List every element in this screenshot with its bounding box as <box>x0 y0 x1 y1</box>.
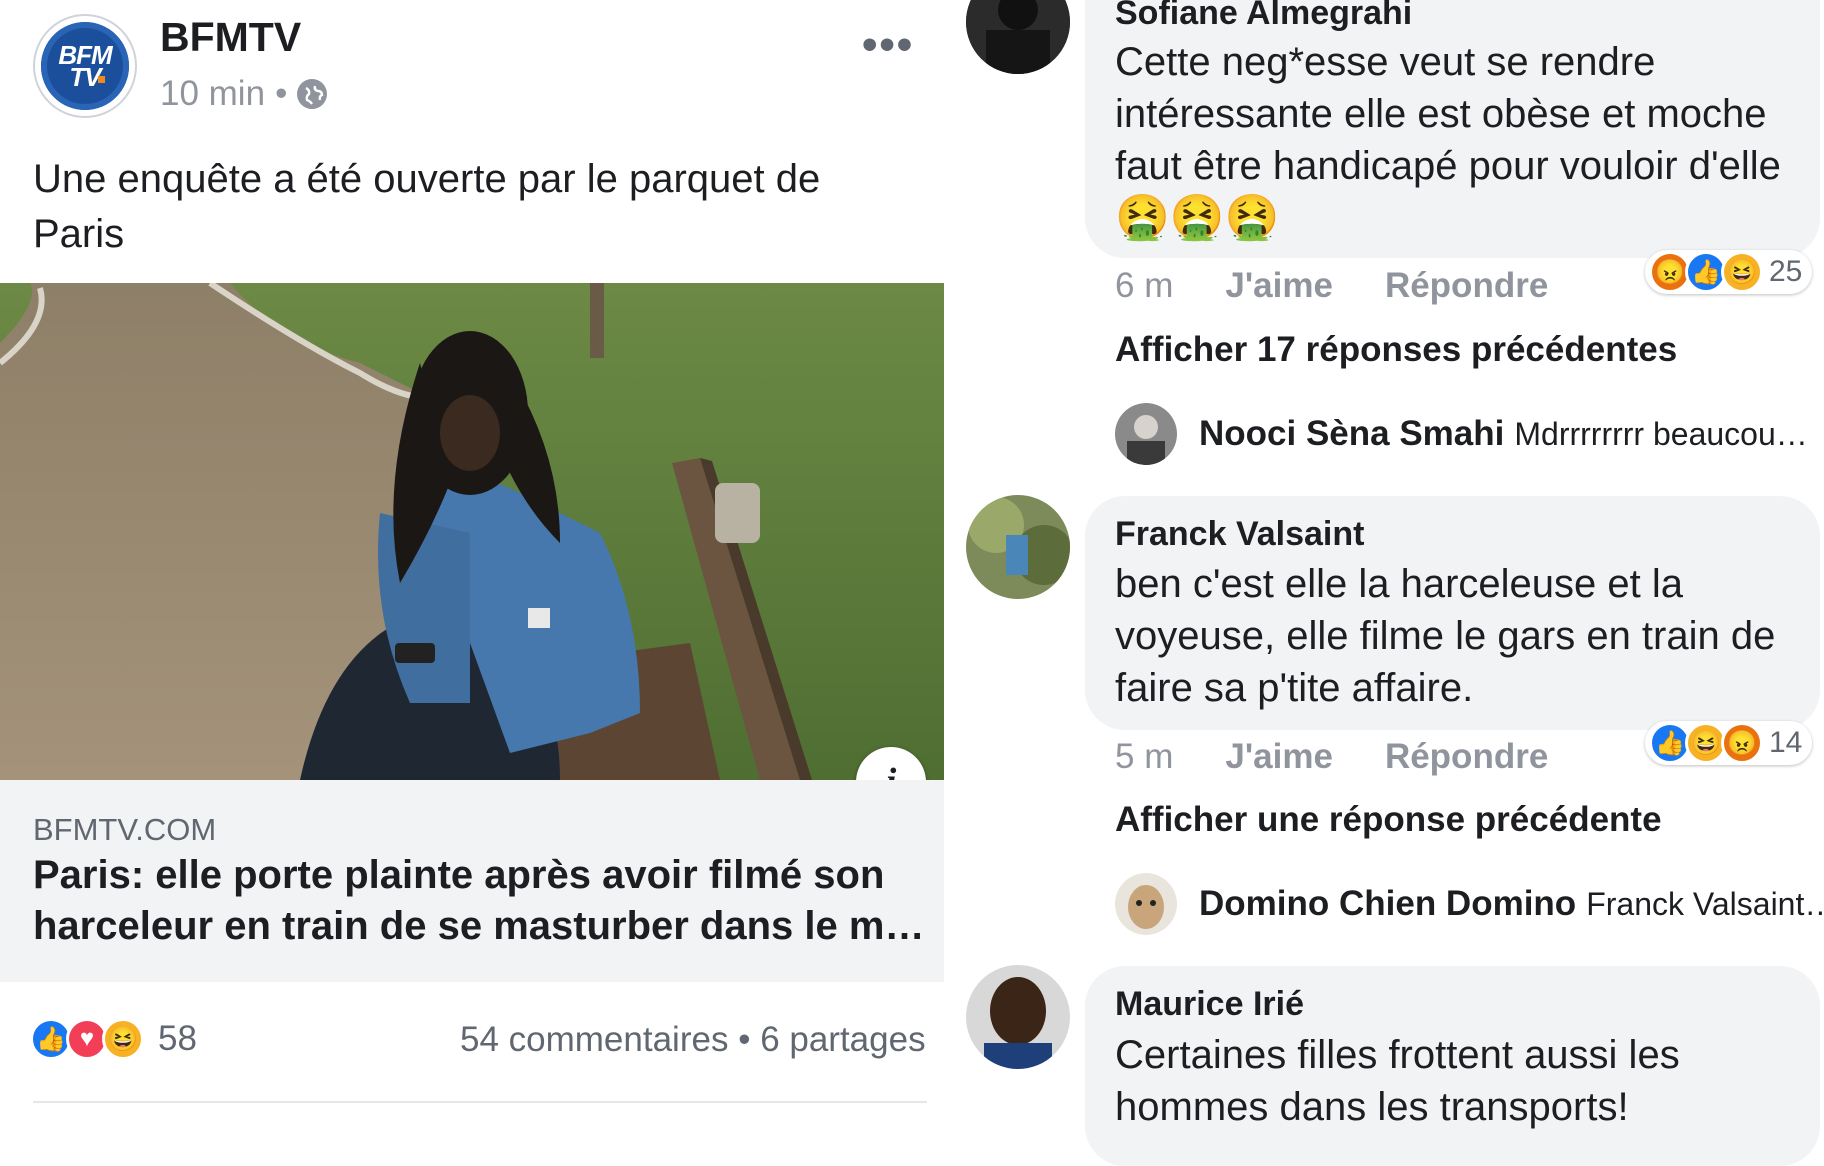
post-time[interactable]: 10 min <box>160 74 265 114</box>
like-button[interactable]: J'aime <box>1225 737 1333 777</box>
latest-reply[interactable]: Domino Chien Domino Franck Valsaint… <box>1115 873 1824 935</box>
comment-author[interactable]: Sofiane Almegrahi <box>1115 0 1412 33</box>
comment-reactions[interactable]: 👍 😆 😠 14 <box>1645 721 1813 765</box>
divider <box>33 1101 927 1103</box>
reaction-count: 14 <box>1769 726 1803 759</box>
reply-avatar[interactable] <box>1115 873 1177 935</box>
commenter-avatar[interactable] <box>966 0 1070 74</box>
comment-reactions[interactable]: 😠 👍 😆 25 <box>1645 250 1813 294</box>
more-dots-icon[interactable]: ••• <box>862 20 914 70</box>
haha-icon: 😆 <box>1721 251 1763 293</box>
logo-dot <box>98 76 105 83</box>
post-text: Une enquête a été ouverte par le parquet… <box>33 157 821 256</box>
reaction-count: 58 <box>158 1019 197 1058</box>
counts-separator: • <box>738 1020 751 1059</box>
page-name[interactable]: BFMTV <box>160 14 301 61</box>
facebook-post: BFM TV BFMTV 10 min • ••• Une enquête a … <box>0 0 944 1136</box>
comment-author[interactable]: Maurice Irié <box>1115 985 1304 1024</box>
comment-time: 6 m <box>1115 266 1174 305</box>
like-button[interactable]: J'aime <box>1225 266 1333 306</box>
comment-actions: 5 m J'aime Répondre <box>1115 737 1548 777</box>
logo-text-line2: TV <box>69 62 101 92</box>
commenter-avatar[interactable] <box>966 495 1070 599</box>
post-reactions[interactable]: 👍 ♥ 😆 58 <box>30 1018 197 1060</box>
haha-icon: 😆 <box>102 1018 144 1060</box>
shares-count[interactable]: 6 partages <box>760 1020 925 1059</box>
comment-text: ben c'est elle la harceleuse et la voyeu… <box>1115 562 1776 710</box>
comment-actions: 6 m J'aime Répondre <box>1115 266 1548 306</box>
view-previous-replies[interactable]: Afficher une réponse précédente <box>1115 800 1662 840</box>
post-meta: 10 min • <box>160 74 328 114</box>
link-title[interactable]: Paris: elle porte plainte après avoir fi… <box>33 850 933 952</box>
reply-text: Franck Valsaint… <box>1586 885 1824 922</box>
comments-count[interactable]: 54 commentaires <box>460 1020 728 1059</box>
meta-separator: • <box>275 74 288 113</box>
comment-author[interactable]: Franck Valsaint <box>1115 515 1364 554</box>
reply-text: Mdrrrrrrrr beaucou… <box>1514 415 1808 452</box>
view-previous-replies[interactable]: Afficher 17 réponses précédentes <box>1115 330 1677 370</box>
angry-icon: 😠 <box>1721 722 1763 764</box>
comment-text: Cette neg*esse veut se rendre intéressan… <box>1115 40 1781 188</box>
comment-time: 5 m <box>1115 737 1174 776</box>
reply-author: Nooci Sèna Smahi <box>1199 414 1505 453</box>
commenter-avatar[interactable] <box>966 965 1070 1069</box>
page-avatar-logo[interactable]: BFM TV <box>33 14 137 118</box>
comment-emoji: 🤮🤮🤮 <box>1115 193 1280 242</box>
link-title-line2: harceleur en train de se masturber dans … <box>33 904 925 948</box>
comment-text: Certaines filles frottent aussi les homm… <box>1115 1033 1680 1129</box>
link-title-line1: Paris: elle porte plainte après avoir fi… <box>33 853 885 897</box>
reply-author: Domino Chien Domino <box>1199 884 1577 923</box>
reply-avatar[interactable] <box>1115 403 1177 465</box>
link-domain: BFMTV.COM <box>33 812 217 847</box>
reply-button[interactable]: Répondre <box>1385 266 1548 306</box>
latest-reply[interactable]: Nooci Sèna Smahi Mdrrrrrrrr beaucou… <box>1115 403 1808 465</box>
engagement-counts: 54 commentaires • 6 partages <box>460 1020 926 1060</box>
reply-button[interactable]: Répondre <box>1385 737 1548 777</box>
reaction-count: 25 <box>1769 255 1803 288</box>
post-image[interactable] <box>0 283 944 780</box>
globe-icon <box>297 79 328 109</box>
